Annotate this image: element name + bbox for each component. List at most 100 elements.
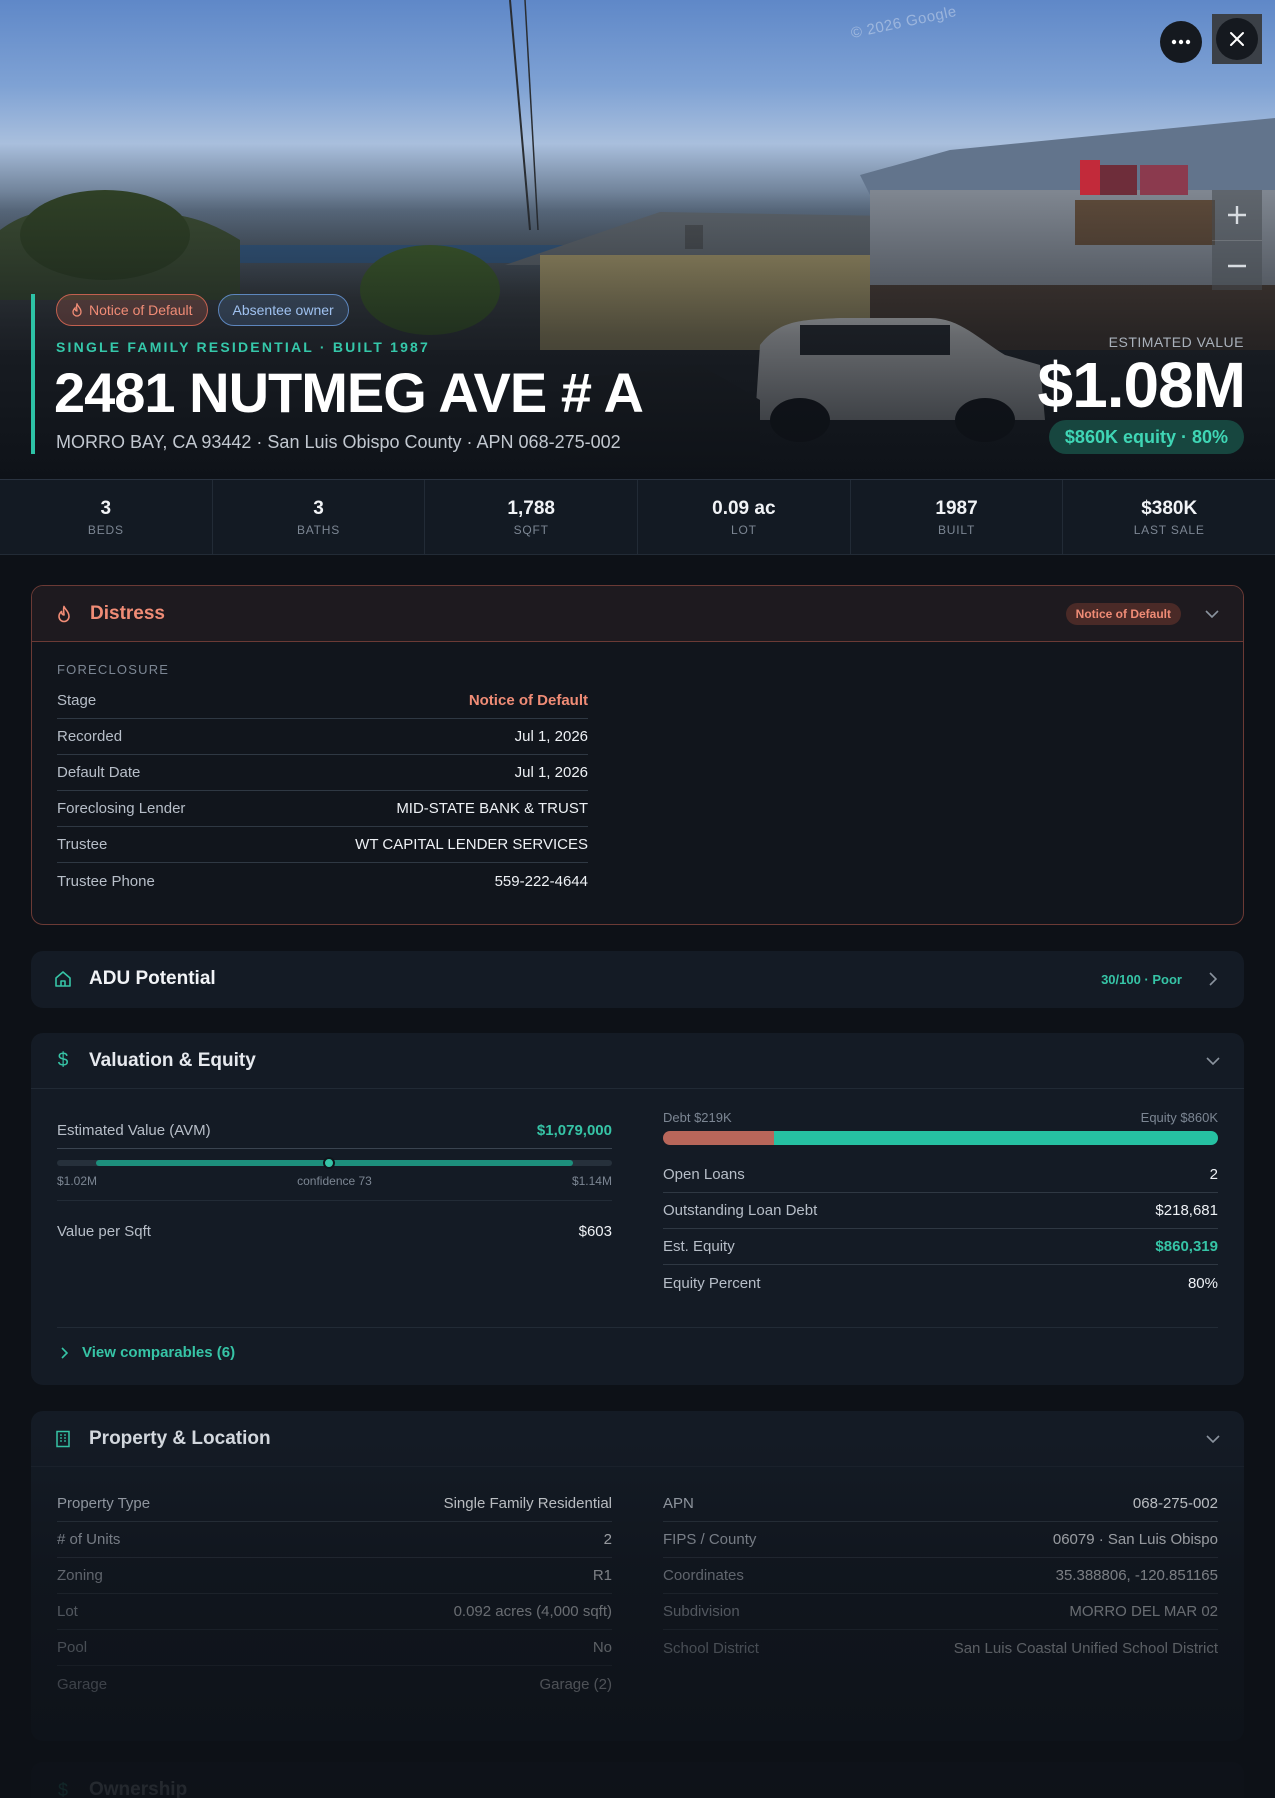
distress-header[interactable]: Distress Notice of Default — [32, 586, 1243, 642]
row-value: Single Family Residential — [443, 1495, 612, 1512]
valuation-header[interactable]: $ Valuation & Equity — [31, 1033, 1244, 1089]
avm-panel: Estimated Value (AVM) $1,079,000 $1.02M … — [57, 1113, 612, 1261]
row-key: Estimated Value (AVM) — [57, 1122, 211, 1139]
distress-section: Distress Notice of Default FORECLOSURE S… — [31, 585, 1244, 925]
section-title: ADU Potential — [89, 968, 216, 989]
hero-accent-bar — [31, 294, 35, 454]
school-district-row: School District San Luis Coastal Unified … — [663, 1630, 1218, 1666]
chevron-down-icon[interactable] — [1204, 1052, 1222, 1070]
close-button[interactable] — [1216, 18, 1258, 60]
stat-value: 3 — [100, 497, 112, 519]
badge-label: Absentee owner — [232, 302, 334, 318]
row-value: 068-275-002 — [1132, 1495, 1218, 1512]
avm-estimate-marker — [323, 1157, 336, 1169]
stat-value: 1,788 — [507, 497, 555, 519]
stat-label: SQFT — [513, 522, 549, 537]
foreclosure-label: FORECLOSURE — [57, 662, 170, 677]
ownership-section[interactable]: $ Ownership — [31, 1762, 1244, 1798]
avm-range-labels: $1.02M confidence 73 $1.14M — [57, 1174, 612, 1188]
stat-label: BATHS — [296, 522, 341, 537]
section-title: Property & Location — [89, 1427, 271, 1449]
estimated-value: $1.08M — [1037, 349, 1246, 421]
stat-baths: 3 BATHS — [213, 480, 426, 554]
row-key: Zoning — [57, 1567, 103, 1584]
row-key: Equity Percent — [663, 1274, 761, 1292]
distress-status-tag: Notice of Default — [1065, 602, 1181, 625]
stat-value: 0.09 ac — [712, 497, 776, 519]
link-label: View comparables (6) — [82, 1344, 236, 1361]
fips-county-row: FIPS / County 06079 · San Luis Obispo — [663, 1522, 1218, 1558]
equity-label: Equity $860K — [1140, 1110, 1218, 1125]
close-icon — [1230, 32, 1244, 46]
row-value: 2 — [603, 1531, 612, 1548]
row-value: Jul 1, 2026 — [514, 764, 588, 781]
zoom-in-button[interactable] — [1212, 190, 1262, 240]
stat-value: $380K — [1141, 497, 1198, 519]
est-equity-row: Est. Equity $860,319 — [663, 1229, 1218, 1265]
row-value: $218,681 — [1155, 1202, 1218, 1219]
row-key: Stage — [57, 692, 97, 709]
row-value: WT CAPITAL LENDER SERVICES — [355, 836, 588, 853]
adu-potential-section[interactable]: ADU Potential 30/100 · Poor — [31, 951, 1244, 1008]
row-value: MID-STATE BANK & TRUST — [396, 800, 588, 817]
stat-sqft: 1,788 SQFT — [425, 480, 639, 554]
property-location-section: Property & Location Property Type Single … — [31, 1411, 1244, 1741]
badge-label: Notice of Default — [89, 302, 193, 318]
more-options-button[interactable] — [1160, 21, 1202, 63]
row-value: $860,319 — [1155, 1238, 1218, 1255]
stat-label: BEDS — [87, 522, 124, 537]
row-value: Notice of Default — [468, 692, 588, 709]
location-line: MORRO BAY, CA 93442 · San Luis Obispo Co… — [56, 432, 621, 452]
equity-rows: Open Loans 2 Outstanding Loan Debt $218,… — [663, 1157, 1218, 1301]
detail-row-recorded: Recorded Jul 1, 2026 — [57, 719, 588, 755]
status-badges: Notice of Default Absentee owner — [56, 294, 349, 326]
row-key: Foreclosing Lender — [57, 800, 186, 817]
detail-row-trustee: Trustee WT CAPITAL LENDER SERVICES — [57, 827, 588, 863]
section-title: Ownership — [89, 1779, 188, 1798]
building-icon — [53, 1429, 73, 1449]
adu-header[interactable]: ADU Potential 30/100 · Poor — [31, 951, 1244, 1007]
property-header[interactable]: Property & Location — [31, 1411, 1244, 1467]
row-key: Subdivision — [663, 1603, 740, 1620]
stat-value: 3 — [313, 497, 324, 519]
dollar-icon: $ — [57, 1049, 69, 1071]
ellipsis-icon — [1171, 39, 1191, 45]
row-value: 80% — [1187, 1274, 1218, 1292]
equity-percent-row: Equity Percent 80% — [663, 1265, 1218, 1301]
detail-row-stage: Stage Notice of Default — [57, 683, 588, 719]
row-value: R1 — [592, 1567, 612, 1584]
stat-beds: 3 BEDS — [0, 480, 213, 554]
street-view-zoom-control — [1212, 190, 1262, 290]
row-key: Value per Sqft — [57, 1222, 151, 1240]
chevron-right-icon[interactable] — [1204, 970, 1222, 988]
row-key: School District — [663, 1639, 759, 1657]
row-value: $603 — [578, 1222, 612, 1240]
lot-row: Lot 0.092 acres (4,000 sqft) — [57, 1594, 612, 1630]
chevron-down-icon[interactable] — [1203, 605, 1221, 623]
debt-label: Debt $219K — [663, 1110, 732, 1125]
row-value: Garage (2) — [539, 1675, 612, 1693]
row-value[interactable]: 559-222-4644 — [495, 873, 588, 890]
units-row: # of Units 2 — [57, 1522, 612, 1558]
detail-row-foreclosing-lender: Foreclosing Lender MID-STATE BANK & TRUS… — [57, 791, 588, 827]
view-comparables-link[interactable]: View comparables (6) — [61, 1344, 235, 1361]
plus-icon — [1228, 206, 1246, 224]
row-value: 2 — [1209, 1166, 1218, 1183]
zoom-out-button[interactable] — [1212, 240, 1262, 290]
apn-row: APN 068-275-002 — [663, 1486, 1218, 1522]
property-subtitle: SINGLE FAMILY RESIDENTIAL · BUILT 1987 — [56, 339, 431, 355]
row-value: 0.092 acres (4,000 sqft) — [453, 1603, 612, 1620]
equity-panel: Debt $219K Equity $860K Open Loans 2 Out… — [663, 1110, 1218, 1301]
chevron-down-icon[interactable] — [1204, 1430, 1222, 1448]
subdivision-row: Subdivision MORRO DEL MAR 02 — [663, 1594, 1218, 1630]
close-button-frame[interactable] — [1212, 14, 1262, 64]
row-key: Trustee — [57, 836, 108, 853]
equity-pill: $860K equity · 80% — [1048, 420, 1244, 454]
property-details-left: Property Type Single Family Residential #… — [57, 1486, 612, 1702]
stat-lot: 0.09 ac LOT — [638, 480, 851, 554]
row-value: 06079 · San Luis Obispo — [1052, 1531, 1218, 1548]
avm-range-bar — [57, 1157, 612, 1169]
row-value: 35.388806, -120.851165 — [1055, 1567, 1218, 1584]
stat-label: LAST SALE — [1133, 522, 1205, 537]
ownership-header[interactable]: $ Ownership — [31, 1762, 1244, 1798]
